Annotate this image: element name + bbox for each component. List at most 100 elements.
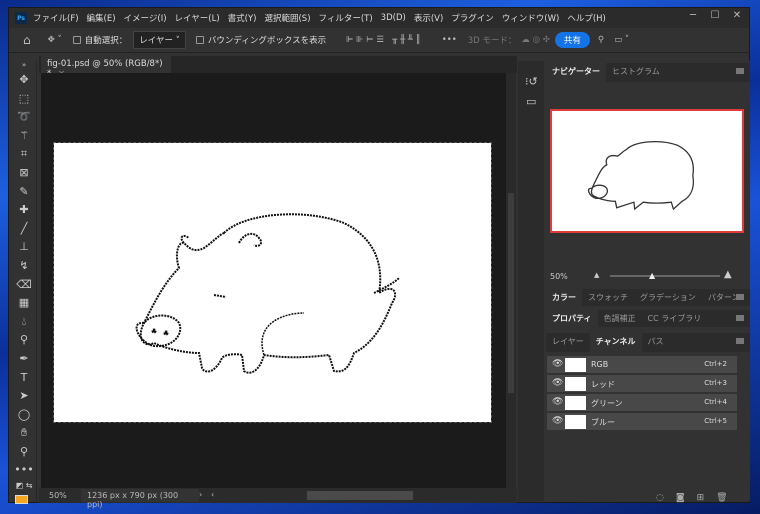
search-icon[interactable]: ⚲	[598, 35, 604, 45]
zoom-tool-icon[interactable]: ⚲	[11, 443, 37, 462]
share-button[interactable]: 共有	[554, 32, 590, 48]
bbox-checkbox[interactable]	[195, 36, 204, 44]
visibility-eye-icon[interactable]: 👁︎	[552, 416, 563, 426]
magic-wand-tool-icon[interactable]: ⚚	[11, 127, 37, 146]
zoom-slider-thumb[interactable]: ▲	[649, 271, 655, 280]
workspace-icon[interactable]: ▭ ˅	[614, 35, 629, 45]
history-brush-tool-icon[interactable]: ↯	[11, 257, 37, 276]
gradient-tool-icon[interactable]: ▦	[11, 294, 37, 313]
type-tool-icon[interactable]: T	[11, 369, 37, 388]
brush-tool-icon[interactable]: ╱	[11, 220, 37, 239]
home-icon[interactable]: ⌂	[23, 33, 31, 47]
vertical-scrollbar[interactable]	[506, 73, 516, 488]
menu-window[interactable]: ウィンドウ(W)	[502, 12, 560, 24]
panel-menu-icon[interactable]	[736, 294, 744, 300]
path-select-tool-icon[interactable]: ➤	[11, 387, 37, 406]
close-window-button[interactable]: ✕	[726, 8, 748, 26]
channel-row-rgb[interactable]: 👁︎ RGB Ctrl+2	[547, 356, 737, 374]
visibility-eye-icon[interactable]: 👁︎	[552, 359, 563, 369]
document-tabs: fig-01.psd @ 50% (RGB/8*) * ×	[39, 56, 517, 79]
tab-cc-libraries[interactable]: CC ライブラリ	[642, 310, 708, 327]
menu-file[interactable]: ファイル(F)	[33, 12, 79, 24]
hand-tool-icon[interactable]: ✋︎	[11, 424, 37, 443]
panel-menu-icon[interactable]	[736, 315, 744, 321]
stamp-tool-icon[interactable]: ⊥	[11, 238, 37, 257]
menu-3d[interactable]: 3D(D)	[381, 13, 406, 23]
delete-channel-icon[interactable]: 🗑︎	[716, 493, 739, 503]
channel-row-red[interactable]: 👁︎ レッド Ctrl+3	[547, 375, 737, 393]
tab-color[interactable]: カラー	[546, 289, 582, 306]
frame-tool-icon[interactable]: ⊠	[11, 164, 37, 183]
right-panels: ナビゲーター ヒストグラム 50% ▲ ▲ ▲ カラー スウォッチ グラデーショ…	[546, 61, 750, 503]
eraser-tool-icon[interactable]: ⌫	[11, 276, 37, 295]
tab-paths[interactable]: パス	[642, 333, 670, 352]
dodge-tool-icon[interactable]: ⚲	[11, 331, 37, 350]
menu-plugins[interactable]: プラグイン	[451, 12, 494, 24]
menu-select[interactable]: 選択範囲(S)	[264, 12, 310, 24]
document-tab[interactable]: fig-01.psd @ 50% (RGB/8*) * ×	[41, 56, 171, 79]
move-tool-icon[interactable]: ✥ ˅	[48, 35, 62, 45]
maximize-button[interactable]: ☐	[704, 8, 726, 26]
auto-select-dropdown[interactable]: レイヤー ˅	[133, 31, 186, 49]
zoom-out-icon[interactable]: ▲	[594, 271, 599, 279]
move-tool-icon[interactable]: ✥	[11, 71, 37, 90]
history-icon[interactable]: ⁝↺	[525, 75, 538, 88]
lasso-tool-icon[interactable]: ➰	[11, 108, 37, 127]
tab-layers[interactable]: レイヤー	[546, 333, 590, 352]
menu-layer[interactable]: レイヤー(L)	[175, 12, 220, 24]
channel-name: レッド	[591, 380, 615, 389]
menu-edit[interactable]: 編集(E)	[87, 12, 116, 24]
minimize-button[interactable]: ─	[682, 8, 704, 26]
save-selection-icon[interactable]: ◙	[676, 493, 697, 503]
menu-view[interactable]: 表示(V)	[414, 12, 443, 24]
more-tools-icon[interactable]: •••	[11, 461, 37, 480]
load-selection-icon[interactable]: ◌	[656, 493, 676, 503]
crop-tool-icon[interactable]: ⌗	[11, 145, 37, 164]
comment-icon[interactable]: ▭	[526, 95, 536, 108]
menu-image[interactable]: イメージ(I)	[124, 12, 167, 24]
visibility-eye-icon[interactable]: 👁︎	[552, 378, 563, 388]
visibility-eye-icon[interactable]: 👁︎	[552, 397, 563, 407]
ellipse-tool-icon[interactable]: ◯	[11, 406, 37, 425]
navigator-thumbnail	[587, 141, 694, 211]
tab-gradients[interactable]: グラデーション	[634, 289, 702, 306]
tab-properties[interactable]: プロパティ	[546, 310, 598, 327]
new-channel-icon[interactable]: ⊞	[697, 493, 717, 503]
document-image[interactable]	[53, 142, 492, 423]
zoom-level[interactable]: 50%	[49, 491, 67, 500]
menu-help[interactable]: ヘルプ(H)	[567, 12, 606, 24]
swap-colors-icon[interactable]: ◩ ⇆	[11, 480, 37, 492]
tab-swatches[interactable]: スウォッチ	[582, 289, 634, 306]
canvas-area[interactable]	[41, 73, 506, 488]
navigator-preview[interactable]	[550, 109, 744, 233]
tab-navigator[interactable]: ナビゲーター	[546, 63, 606, 82]
channel-actions: ◌◙⊞🗑︎	[656, 493, 740, 503]
scroll-left-icon[interactable]: ‹	[211, 490, 214, 499]
auto-select-checkbox[interactable]	[72, 36, 81, 44]
healing-tool-icon[interactable]: ✚	[11, 201, 37, 220]
foreground-color-swatch[interactable]	[15, 495, 28, 504]
eyedropper-tool-icon[interactable]: ✎	[11, 183, 37, 202]
zoom-slider[interactable]	[610, 275, 720, 277]
channel-row-green[interactable]: 👁︎ グリーン Ctrl+4	[547, 394, 737, 412]
zoom-in-icon[interactable]: ▲	[724, 269, 732, 280]
channel-thumbnail	[565, 415, 586, 429]
align-icons[interactable]: ⊫ ⊪ ⊨ ☰ ╥ ╫ ╨ ║	[346, 35, 421, 45]
panel-menu-icon[interactable]	[736, 68, 744, 74]
more-button[interactable]: •••	[442, 35, 457, 45]
menu-filter[interactable]: フィルター(T)	[319, 12, 373, 24]
navigator-zoom-value[interactable]: 50%	[550, 272, 568, 281]
collapse-icon[interactable]: »	[11, 61, 37, 71]
tab-channels[interactable]: チャンネル	[589, 333, 642, 352]
marquee-tool-icon[interactable]: ⬚	[11, 90, 37, 109]
info-arrow-icon[interactable]: ›	[199, 490, 202, 499]
tab-histogram[interactable]: ヒストグラム	[606, 63, 666, 82]
tab-adjustments[interactable]: 色調補正	[598, 310, 642, 327]
menu-type[interactable]: 書式(Y)	[228, 12, 257, 24]
horizontal-scrollbar[interactable]	[307, 491, 413, 500]
pen-tool-icon[interactable]: ✒	[11, 350, 37, 369]
channel-name: RGB	[591, 360, 609, 369]
blur-tool-icon[interactable]: 💧︎	[11, 313, 37, 332]
panel-menu-icon[interactable]	[736, 338, 744, 344]
channel-row-blue[interactable]: 👁︎ ブルー Ctrl+5	[547, 413, 737, 431]
